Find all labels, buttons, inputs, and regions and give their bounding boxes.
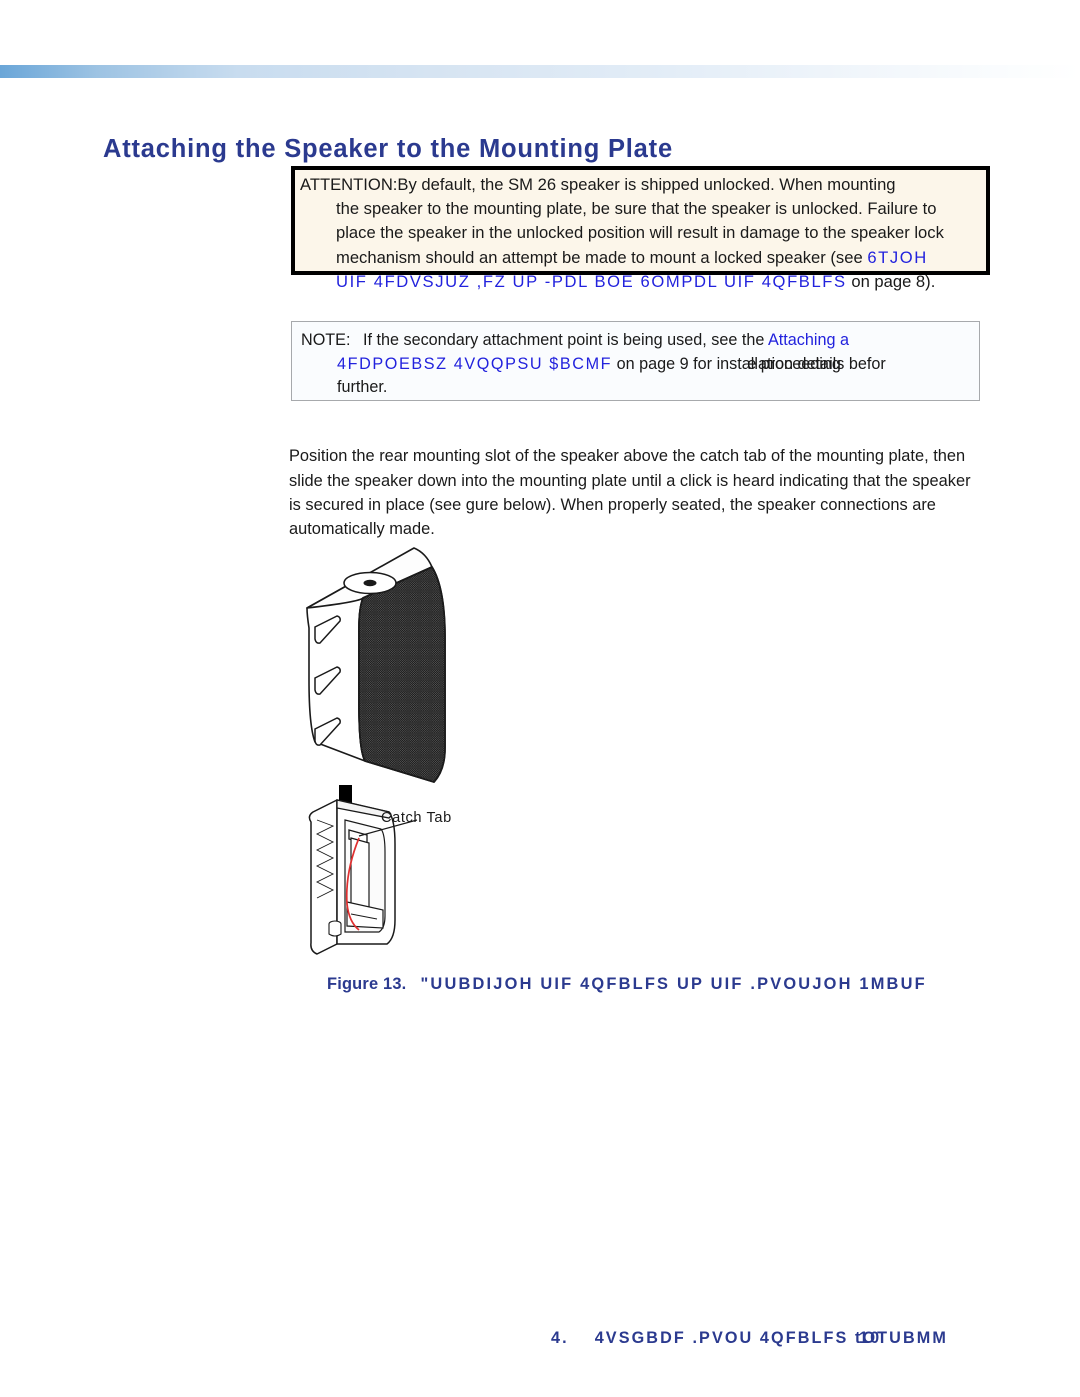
note-xref-link-part-2[interactable]: 4FDPOEBSZ 4VQQPSU $BCMF [337,355,612,373]
note-callout-text: NOTE: If the secondary attachment point i… [301,329,1080,400]
note-overlapping-text: tallation details befor e proceeding [737,353,885,377]
attention-callout-text: ATTENTION:By default, the SM 26 speaker … [300,173,1080,294]
speaker-mounting-figure [306,547,446,955]
attention-line-5: UIF 4FDVSJUZ ,FZ UP -PDL BOE 6OMPDL UIF … [300,270,1080,294]
figure-caption: Figure 13. "UUBDIJOH UIF 4QFBLFS UP UIF .… [327,975,927,994]
note-line-1-text: If the secondary attachment point is bei… [363,331,765,349]
note-label: NOTE: [301,331,351,349]
note-line-2-mid: on page 9 for ins [616,354,738,373]
page-footer: 4. 4VSGBDF .PVOU 4QFBLFS t 10 OTUBMM [551,1329,948,1348]
footer-page-number: 10 [858,1329,882,1347]
attention-xref-link-part-2[interactable]: UIF 4FDVSJUZ ,FZ UP -PDL BOE 6OMPDL UIF … [336,272,847,291]
footer-overlapping-text: t 10 [855,1329,879,1348]
note-line-3: further. [337,378,388,396]
note-line-1: NOTE: If the secondary attachment point i… [301,329,1080,353]
attention-line-4-text: mechanism should an attempt be made to m… [336,247,863,267]
attention-line-3: place the speaker in the unlocked positi… [336,223,944,243]
attention-line-1-text: By default, the SM 26 speaker is shipped… [397,175,896,194]
figure-caption-text: "UUBDIJOH UIF 4QFBLFS UP UIF .PVOUJOH 1M… [420,975,927,993]
attention-line-2: the speaker to the mounting plate, be su… [336,199,937,219]
attention-line-5-tail: on page 8). [851,271,936,291]
attention-line-4: mechanism should an attempt be made to m… [300,246,1080,270]
attention-xref-link-part-1[interactable]: 6TJOH [867,248,928,267]
catch-tab-callout-label: Catch Tab [381,810,452,826]
attention-label: ATTENTION: [300,175,398,194]
body-line-1: Position the rear mounting slot of the s… [289,447,929,466]
header-gradient-band [0,65,1080,78]
attention-line-1: ATTENTION:By default, the SM 26 speaker … [300,173,1080,197]
footer-prefix: 4. [551,1329,569,1347]
page-title: Attaching the Speaker to the Mounting Pl… [103,135,673,164]
speaker-top-port [343,571,397,595]
figure-caption-number: Figure 13. [327,975,407,993]
speaker-illustration [306,547,446,783]
note-line-2: 4FDPOEBSZ 4VQQPSU $BCMF on page 9 for in… [301,353,1080,377]
footer-title: 4VSGBDF .PVOU 4QFBLFS [594,1329,849,1347]
note-xref-link-part-1[interactable]: Attaching a [768,331,849,349]
note-overlap-b: e proceeding [747,354,841,373]
